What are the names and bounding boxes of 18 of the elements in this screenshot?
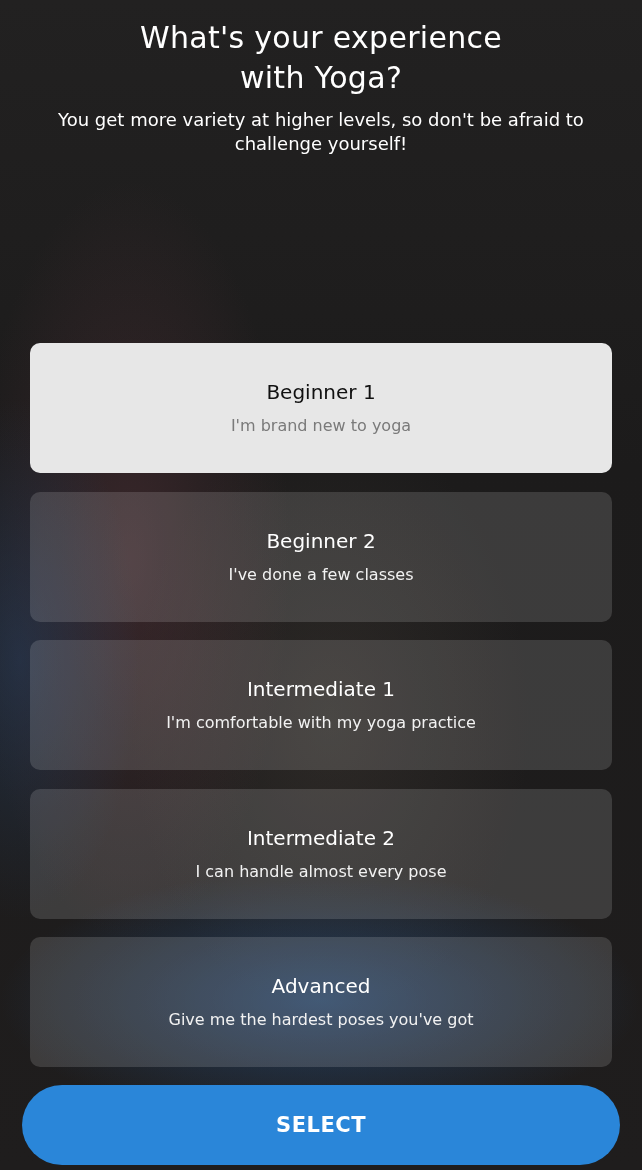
level-title: Advanced — [271, 974, 371, 998]
level-option-card[interactable]: Beginner 2 I've done a few classes — [30, 491, 612, 622]
level-option-card[interactable]: Intermediate 2 I can handle almost every pose — [30, 788, 612, 919]
select-button[interactable]: SELECT — [22, 1085, 620, 1165]
level-description: Give me the hardest poses you've got — [168, 1010, 474, 1030]
level-option-card[interactable]: Beginner 1 I'm brand new to yoga — [30, 343, 612, 473]
level-title: Beginner 1 — [266, 380, 376, 404]
level-title: Intermediate 2 — [246, 825, 396, 850]
level-description: I'm brand new to yoga — [230, 416, 412, 436]
page-title: What's your experience with Yoga? — [138, 19, 504, 97]
level-option-card[interactable]: Advanced Give me the hardest poses you've got — [30, 937, 612, 1067]
level-title: Beginner 2 — [266, 528, 376, 553]
level-description: I can handle almost every pose — [195, 861, 447, 882]
level-description: I'm comfortable with my yoga practice — [166, 713, 476, 733]
level-description: I've done a few classes — [228, 564, 414, 585]
page-subtitle: You get more variety at higher levels, so don't be afraid to challenge yourself! — [57, 108, 585, 156]
level-option-card[interactable]: Intermediate 1 I'm comfortable with my yoga practice — [30, 640, 612, 770]
level-title: Intermediate 1 — [246, 677, 396, 701]
